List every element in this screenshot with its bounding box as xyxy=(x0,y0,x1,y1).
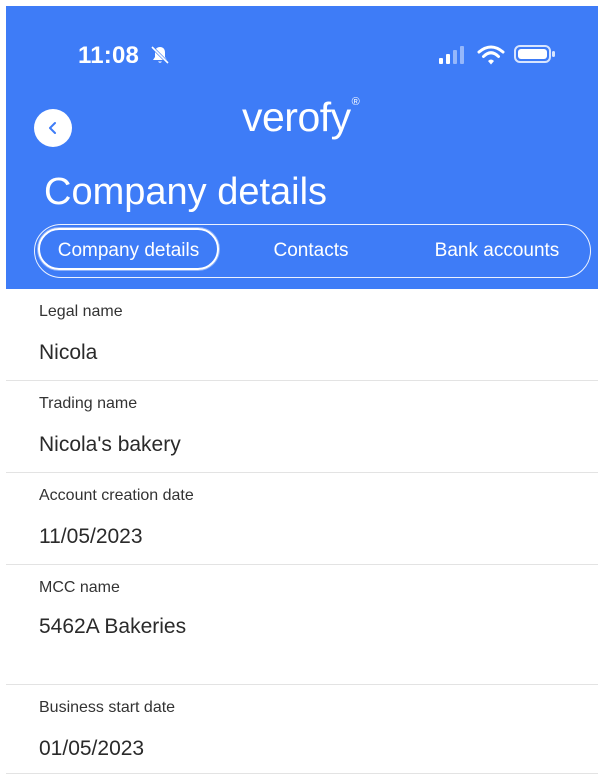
status-time: 11:08 xyxy=(78,42,140,69)
field-label: Trading name xyxy=(39,395,138,412)
back-button[interactable] xyxy=(34,109,72,147)
field-value: 5462A Bakeries xyxy=(39,615,187,638)
field-value: Nicola xyxy=(39,341,98,364)
field-legal-name: Legal name Nicola xyxy=(6,289,598,381)
tab-company-details[interactable]: Company details xyxy=(38,228,219,270)
wifi-icon xyxy=(477,44,505,66)
chevron-left-icon xyxy=(49,122,56,134)
battery-icon xyxy=(514,44,556,64)
field-account-creation-date: Account creation date 11/05/2023 xyxy=(6,473,598,565)
field-label: MCC name xyxy=(39,579,120,596)
field-label: Business start date xyxy=(39,699,176,716)
field-business-start-date: Business start date 01/05/2023 xyxy=(6,685,598,774)
field-mcc-name: MCC name 5462A Bakeries xyxy=(6,565,598,685)
app-screen: 11:08 verofy® Company details Company de… xyxy=(0,0,600,775)
field-value: 11/05/2023 xyxy=(39,525,143,548)
header: 11:08 verofy® Company details Company de… xyxy=(6,6,598,289)
field-label: Legal name xyxy=(39,303,123,320)
field-value: Nicola's bakery xyxy=(39,433,181,456)
details-list: Legal name Nicola Trading name Nicola's … xyxy=(6,289,598,774)
page-title: Company details xyxy=(44,171,328,213)
tab-bar: Company details Contacts Bank accounts xyxy=(34,224,591,278)
field-label: Account creation date xyxy=(39,487,194,504)
field-value: 01/05/2023 xyxy=(39,737,145,760)
signal-icon xyxy=(439,46,465,64)
bell-slash-icon xyxy=(149,44,171,66)
field-trading-name: Trading name Nicola's bakery xyxy=(6,381,598,473)
tab-bank-accounts[interactable]: Bank accounts xyxy=(417,225,577,276)
tab-contacts[interactable]: Contacts xyxy=(251,225,371,276)
verofy-logo: verofy® xyxy=(242,94,360,140)
